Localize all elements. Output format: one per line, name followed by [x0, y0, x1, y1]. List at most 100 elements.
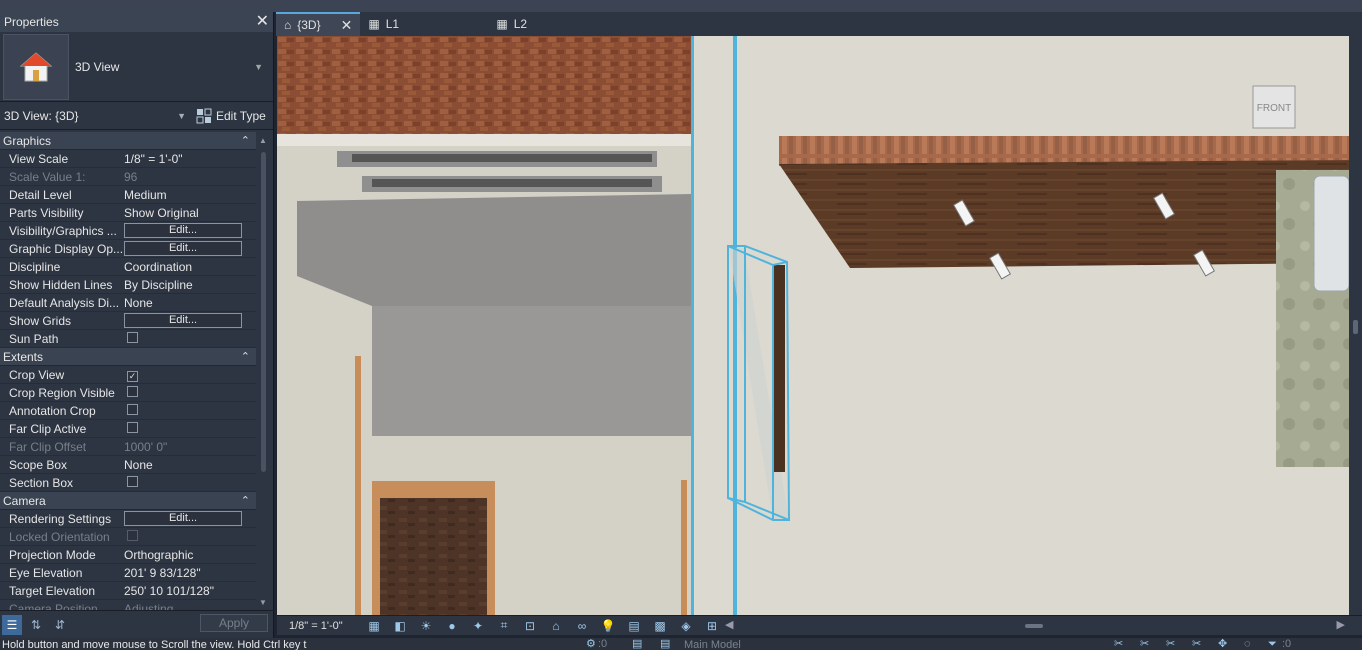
scrollbar-thumb[interactable] — [1025, 624, 1043, 628]
checkbox — [127, 529, 138, 541]
property-value-cell — [123, 331, 256, 346]
checkbox[interactable] — [127, 403, 138, 415]
close-tab-icon[interactable]: ✕ — [341, 17, 353, 34]
property-value[interactable]: By Discipline — [124, 278, 193, 292]
instance-filter-dropdown[interactable]: 3D View: {3D} ▼ — [4, 105, 190, 127]
property-value[interactable]: None — [124, 296, 153, 310]
property-value[interactable]: 1/8" = 1'-0" — [124, 152, 183, 166]
active-model-label: Main Model — [684, 639, 741, 650]
viewport-scrollbar[interactable] — [1349, 36, 1362, 615]
property-row-sun-path: Sun Path — [0, 330, 256, 348]
horizontal-scrollbar[interactable]: ◀ ▶ — [725, 616, 1345, 635]
property-name: Scale Value 1: — [9, 169, 86, 184]
property-value-cell: Edit... — [123, 223, 256, 238]
chevron-down-icon[interactable]: ▼ — [254, 62, 263, 72]
property-value[interactable]: Medium — [124, 188, 167, 202]
checkbox[interactable] — [127, 331, 138, 343]
section-title: Camera — [3, 493, 46, 508]
checkbox[interactable]: ✓ — [127, 370, 138, 382]
property-row-eye-elevation: Eye Elevation 201' 9 83/128" — [0, 564, 256, 582]
visual-style-icon[interactable]: ◧ — [387, 619, 413, 633]
section-header-graphics[interactable]: Graphics ⌃ — [0, 132, 256, 150]
scroll-down-icon[interactable]: ▼ — [259, 598, 267, 607]
sort-ascending-icon[interactable]: ⇅ — [26, 615, 46, 635]
home-icon: ⌂ — [284, 18, 292, 32]
property-name: Scope Box — [9, 457, 68, 472]
scroll-up-icon[interactable]: ▲ — [259, 136, 267, 145]
rendering-icon[interactable]: ✦ — [465, 619, 491, 633]
viewcube-face-label: FRONT — [1257, 103, 1291, 114]
section-header-camera[interactable]: Camera ⌃ — [0, 492, 256, 510]
edit-button[interactable]: Edit... — [124, 241, 242, 256]
property-value[interactable]: 201' 9 83/128" — [124, 566, 201, 580]
collapse-icon[interactable]: ⌃ — [241, 495, 250, 506]
property-value[interactable]: Show Original — [124, 206, 199, 220]
tab-l2[interactable]: ▦ L2 — [488, 12, 535, 36]
ribbon-edge — [0, 0, 1362, 12]
tab-label: L1 — [385, 17, 400, 31]
view-scale-dropdown[interactable]: 1/8" = 1'-0" — [277, 620, 361, 632]
property-value[interactable]: Coordination — [124, 260, 192, 274]
house-icon — [3, 33, 69, 100]
property-name: Camera Position — [9, 601, 98, 611]
select-by-face-icon[interactable]: ✂ — [1192, 638, 1201, 650]
collapse-icon[interactable]: ⌃ — [241, 351, 250, 362]
property-row-rendering-settings: Rendering Settings Edit... — [0, 510, 256, 528]
select-links-icon[interactable]: ✂ — [1114, 638, 1123, 650]
property-row-scope-box: Scope Box None — [0, 456, 256, 474]
section-header-extents[interactable]: Extents ⌃ — [0, 348, 256, 366]
tab-3d[interactable]: ⌂ {3D} ✕ — [276, 12, 361, 36]
drag-elements-icon[interactable]: ✥ — [1218, 638, 1227, 650]
temporary-hide-icon[interactable]: ∞ — [569, 619, 595, 633]
property-value[interactable]: Orthographic — [124, 548, 193, 562]
edit-button[interactable]: Edit... — [124, 313, 242, 328]
workset-count: :0 — [598, 638, 608, 650]
property-row-visibility-graphics: Visibility/Graphics ... Edit... — [0, 222, 256, 240]
status-bar: Hold button and move mouse to Scroll the… — [0, 638, 1362, 650]
temporary-view-properties-icon[interactable]: ▤ — [621, 619, 647, 633]
categorized-view-icon[interactable]: ☰ — [2, 614, 22, 635]
scrollbar-thumb[interactable] — [1353, 320, 1358, 334]
checkbox[interactable] — [127, 475, 138, 487]
property-row-section-box: Section Box — [0, 474, 256, 492]
property-value[interactable]: 250' 10 101/128" — [124, 584, 214, 598]
scroll-right-icon[interactable]: ▶ — [1337, 618, 1345, 631]
design-options-icon[interactable]: ▤ — [660, 638, 670, 650]
edit-type-button[interactable]: Edit Type — [196, 108, 266, 124]
type-selector[interactable]: 3D View ▼ — [0, 32, 273, 102]
filter-icon[interactable]: ⏷ — [1268, 638, 1277, 650]
sun-path-icon[interactable]: ☀ — [413, 619, 439, 633]
property-row-crop-region-visible: Crop Region Visible — [0, 384, 256, 402]
select-underlay-icon[interactable]: ✂ — [1140, 638, 1149, 650]
close-icon[interactable]: ✕ — [256, 14, 269, 30]
3d-viewport[interactable]: FRONT — [277, 36, 1349, 615]
worksharing-display-icon[interactable]: ▩ — [647, 619, 673, 633]
apply-button[interactable]: Apply — [200, 614, 268, 632]
highlight-displacement-icon[interactable]: ⊞ — [699, 619, 725, 633]
property-value-cell: None — [123, 458, 256, 472]
analytical-model-icon[interactable]: ◈ — [673, 619, 699, 633]
select-pinned-icon[interactable]: ✂ — [1166, 638, 1175, 650]
property-value[interactable]: None — [124, 458, 153, 472]
checkbox[interactable] — [127, 385, 138, 397]
crop-view-icon[interactable]: ⌗ — [491, 618, 517, 633]
tab-l1[interactable]: ▦ L1 — [360, 12, 488, 36]
detail-level-icon[interactable]: ▦ — [361, 619, 387, 633]
edit-type-icon — [196, 108, 212, 123]
checkbox[interactable] — [127, 421, 138, 433]
plan-view-icon: ▦ — [368, 17, 380, 31]
worksets-icon[interactable]: ⚙ — [586, 638, 596, 650]
edit-button[interactable]: Edit... — [124, 223, 242, 238]
lock-3d-view-icon[interactable]: ⌂ — [543, 619, 569, 633]
collapse-icon[interactable]: ⌃ — [241, 135, 250, 146]
reveal-hidden-icon[interactable]: 💡 — [595, 619, 621, 633]
properties-scrollbar[interactable]: ▲ ▼ — [258, 132, 270, 610]
sort-descending-icon[interactable]: ⇵ — [50, 615, 70, 635]
edit-button[interactable]: Edit... — [124, 511, 242, 526]
editable-only-icon[interactable]: ▤ — [632, 638, 642, 650]
shadows-icon[interactable]: ● — [439, 619, 465, 633]
scroll-left-icon[interactable]: ◀ — [725, 618, 733, 631]
property-row-show-grids: Show Grids Edit... — [0, 312, 256, 330]
crop-region-icon[interactable]: ⊡ — [517, 619, 543, 633]
scrollbar-thumb[interactable] — [261, 152, 266, 472]
